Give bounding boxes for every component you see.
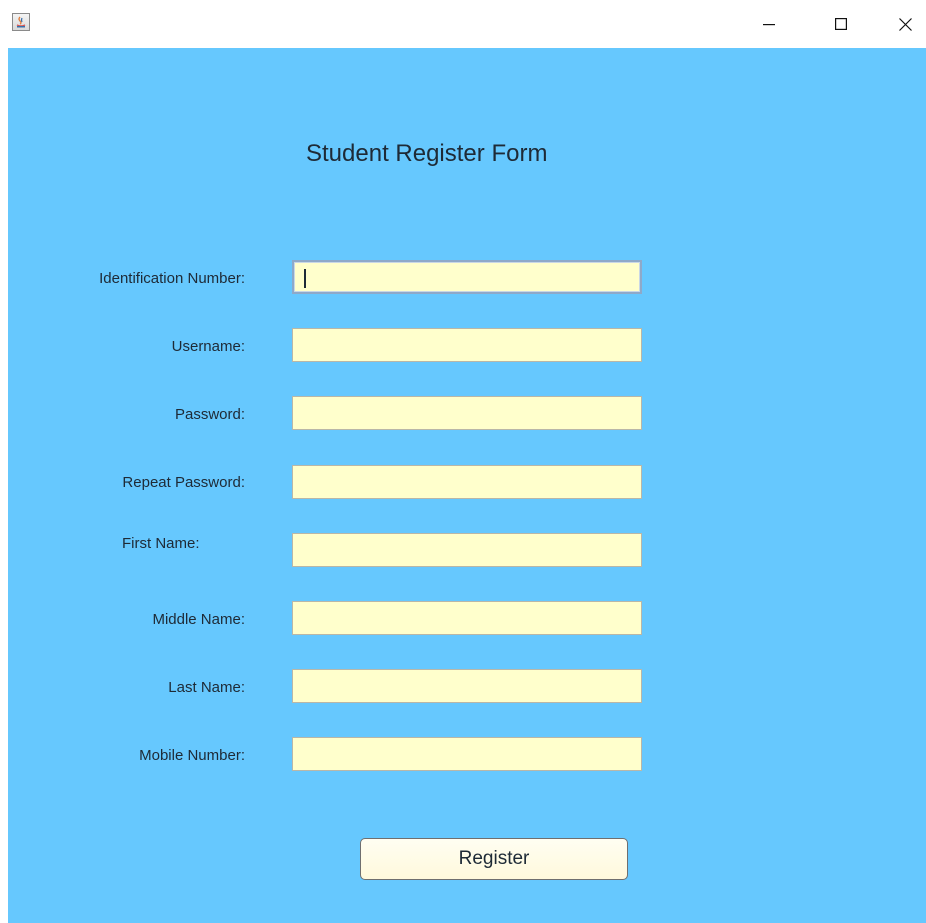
register-button[interactable]: Register [360, 838, 628, 880]
form-title: Student Register Form [306, 140, 548, 167]
maximize-button[interactable] [818, 0, 864, 48]
username-label: Username: [171, 338, 245, 355]
maximize-icon [835, 18, 847, 30]
middle-name-input[interactable] [292, 601, 642, 635]
minimize-icon [763, 24, 775, 26]
middle-name-label: Middle Name: [152, 611, 245, 628]
identification-number-input[interactable] [292, 260, 642, 294]
identification-number-label: Identification Number: [99, 270, 245, 287]
first-name-label: First Name: [122, 535, 200, 552]
close-button[interactable] [882, 0, 926, 48]
close-icon [898, 17, 912, 31]
title-bar [0, 0, 926, 48]
last-name-label: Last Name: [168, 679, 245, 696]
last-name-input[interactable] [292, 669, 642, 703]
username-input[interactable] [292, 328, 642, 362]
first-name-input[interactable] [292, 533, 642, 567]
mobile-number-input[interactable] [292, 737, 642, 771]
text-caret [304, 269, 306, 288]
java-app-icon[interactable] [12, 13, 30, 31]
repeat-password-input[interactable] [292, 465, 642, 499]
mobile-number-label: Mobile Number: [139, 747, 245, 764]
form-panel: Student Register Form Identification Num… [8, 48, 926, 923]
minimize-button[interactable] [746, 0, 792, 48]
repeat-password-label: Repeat Password: [122, 474, 245, 491]
application-window: Student Register Form Identification Num… [0, 0, 926, 923]
password-input[interactable] [292, 396, 642, 430]
password-label: Password: [174, 406, 245, 423]
